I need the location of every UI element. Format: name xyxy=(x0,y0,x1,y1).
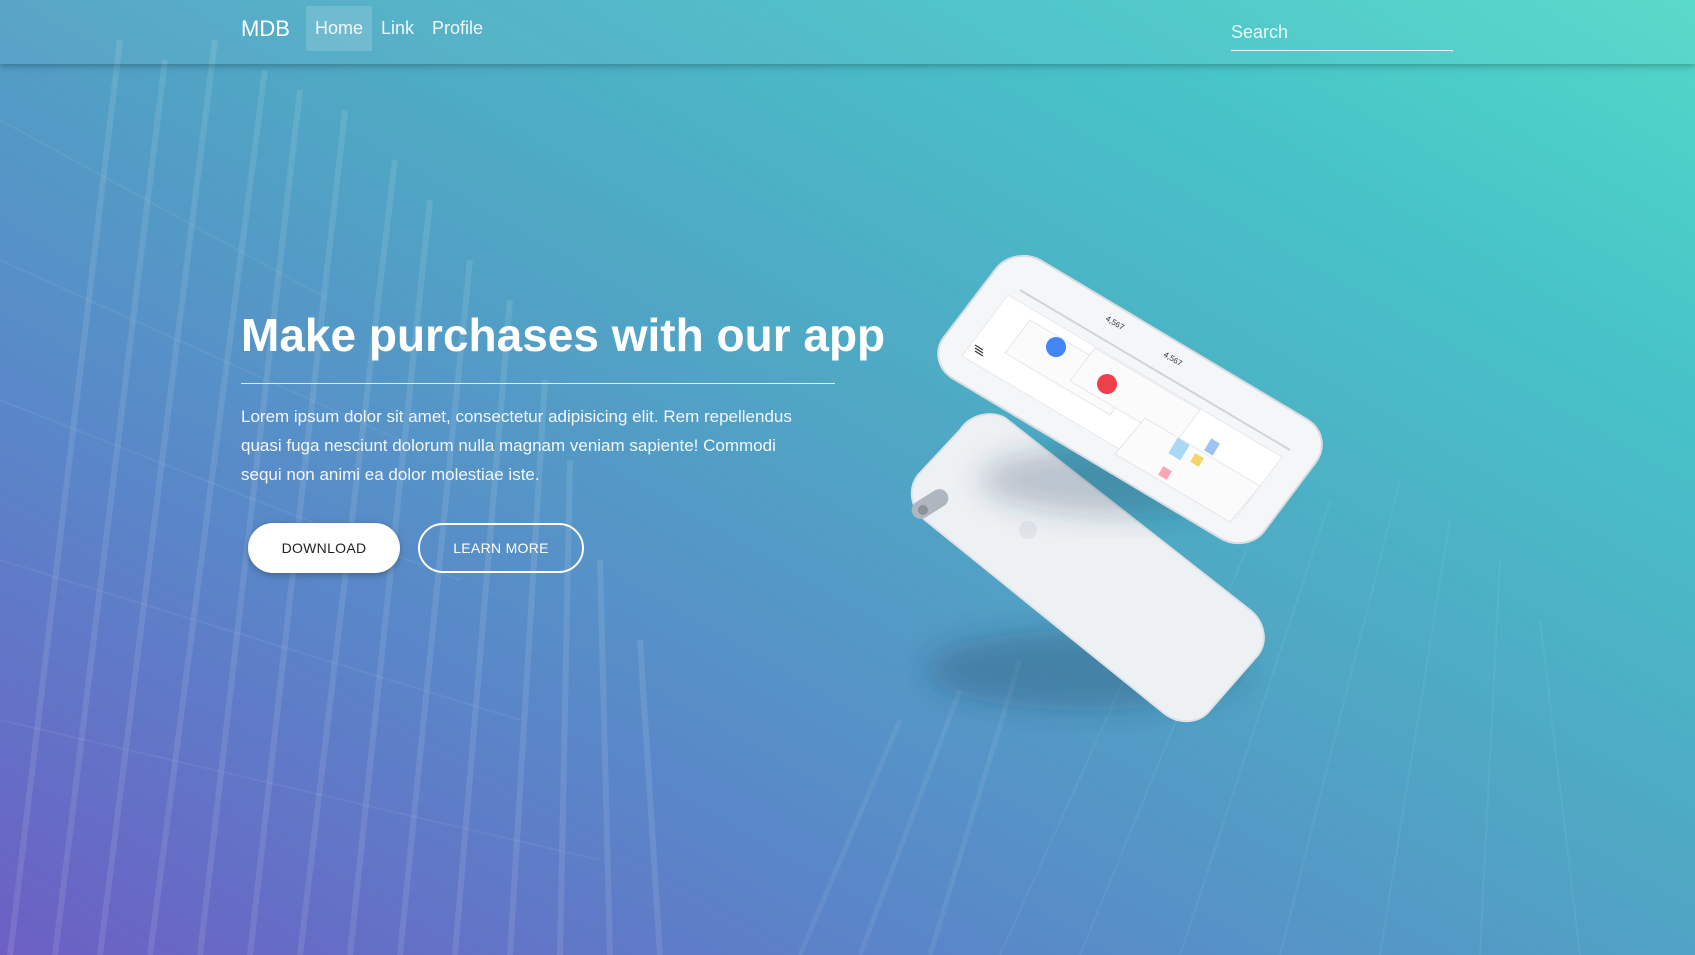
search-input[interactable] xyxy=(1231,14,1453,51)
nav-link-link[interactable]: Link xyxy=(372,6,423,51)
nav-links: Home Link Profile xyxy=(306,6,492,51)
phone-blue-stat-icon xyxy=(1046,337,1066,357)
phone-mockup-illustration: 4,567 4,567 xyxy=(910,254,1323,722)
hero-title: Make purchases with our app xyxy=(241,309,886,361)
nav-link-home[interactable]: Home xyxy=(306,6,373,51)
top-navbar: MDB Home Link Profile xyxy=(0,0,1695,64)
nav-link-profile[interactable]: Profile xyxy=(423,6,492,51)
brand-logo[interactable]: MDB xyxy=(241,16,290,42)
hero-description: Lorem ipsum dolor sit amet, consectetur … xyxy=(241,407,792,484)
download-button[interactable]: DOWNLOAD xyxy=(248,523,400,573)
phone-red-stat-icon xyxy=(1097,374,1117,394)
hero-divider xyxy=(241,383,835,384)
learn-more-button[interactable]: LEARN MORE xyxy=(418,523,584,573)
